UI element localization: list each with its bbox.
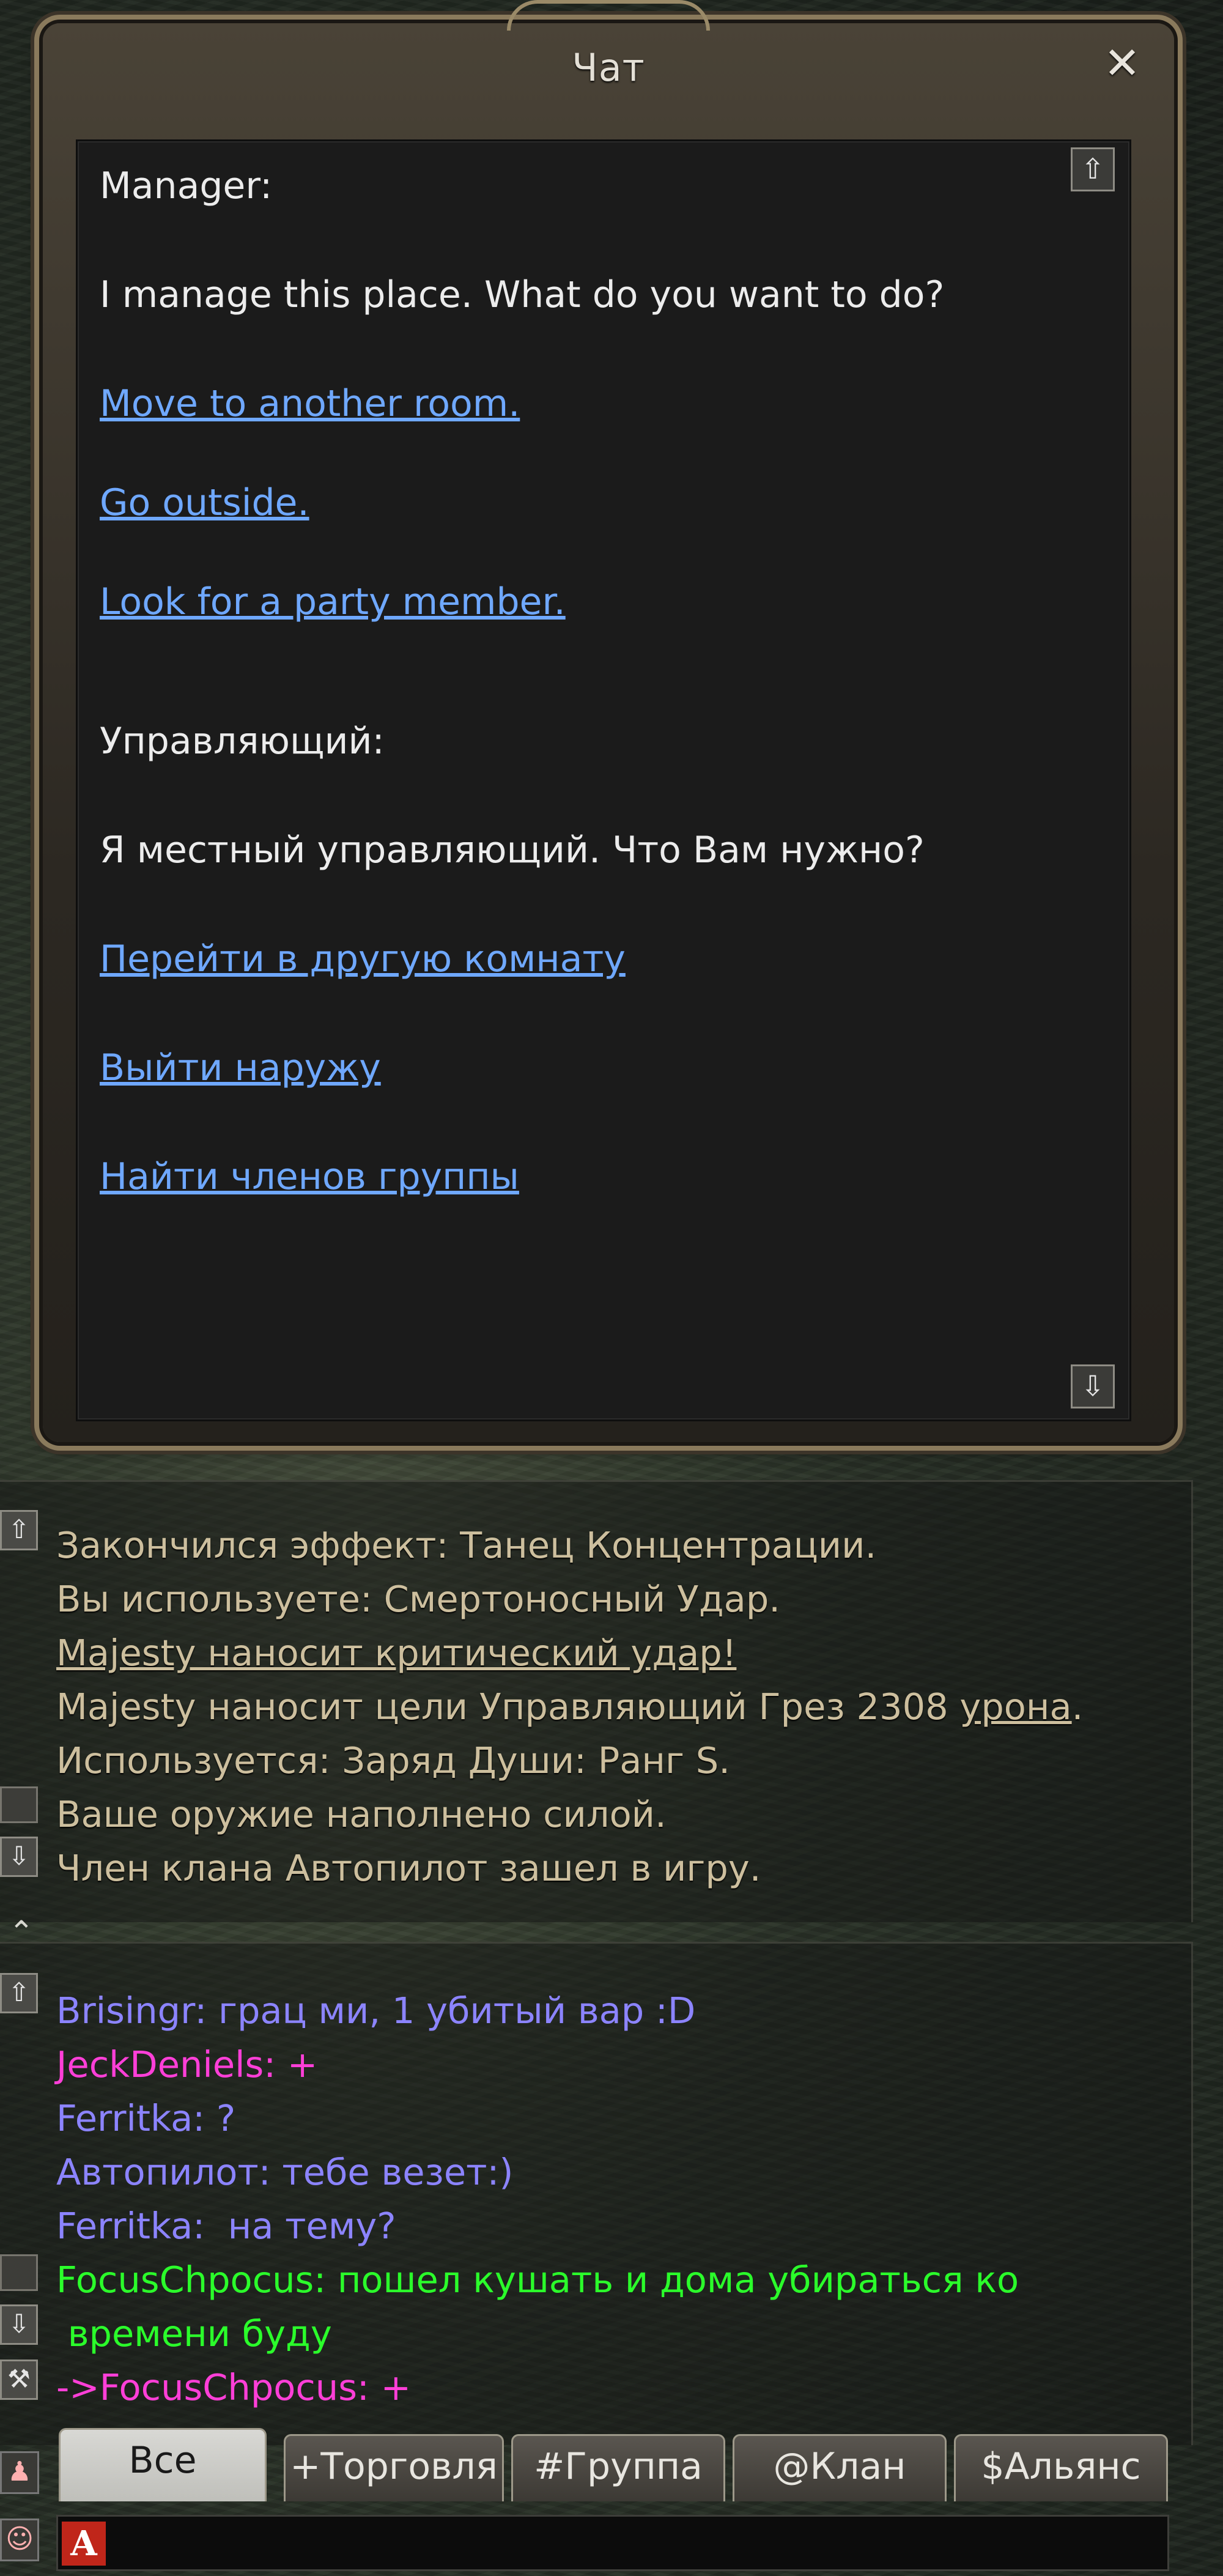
character-icon[interactable]: ♟ xyxy=(0,2451,39,2494)
chat-line: FocusChpocus: пошел кушать и дома убират… xyxy=(56,2259,1019,2301)
chat-input-bar: A xyxy=(56,2515,1169,2571)
system-line: Ваше оружие наполнено силой. xyxy=(56,1793,667,1835)
damage-link[interactable]: урона xyxy=(959,1686,1071,1728)
dialog-body: Manager: I manage this place. What do yo… xyxy=(76,139,1131,1421)
link-move-room[interactable]: Move to another room. xyxy=(100,382,520,425)
system-scroll-thumb[interactable] xyxy=(0,1786,38,1823)
dialog-title: Чат xyxy=(572,45,645,90)
damage-text: Majesty наносит цели Управляющий Грез 23… xyxy=(56,1686,960,1728)
link-najti-gruppy[interactable]: Найти членов группы xyxy=(100,1155,519,1198)
npc-chat-dialog: Чат ✕ Manager: I manage this place. What… xyxy=(43,0,1174,1442)
dialog-scroll-up-button[interactable]: ⇧ xyxy=(1071,147,1115,191)
chat-line: JeckDeniels: + xyxy=(56,2043,318,2086)
chat-line: Автопилот: тебе везет:) xyxy=(56,2151,514,2193)
system-scroll-up-button[interactable]: ⇧ xyxy=(0,1510,38,1550)
damage-period: . xyxy=(1071,1686,1084,1728)
close-icon[interactable]: ✕ xyxy=(1101,41,1144,85)
link-vyjti-naruzhu[interactable]: Выйти наружу xyxy=(100,1046,381,1089)
npc-speaker-en: Manager: xyxy=(100,165,273,207)
system-scroll-down-button[interactable]: ⇩ xyxy=(0,1837,38,1877)
chat-scroll-thumb[interactable] xyxy=(0,2254,38,2291)
tab-clan[interactable]: @Клан xyxy=(733,2434,947,2501)
chat-tabs: Все +Торговля #Группа @Клан $Альянс xyxy=(59,2428,1190,2503)
npc-speaker-ru: Управляющий: xyxy=(100,720,385,763)
link-perejti-komnata[interactable]: Перейти в другую комнату xyxy=(100,938,626,980)
tab-party[interactable]: #Группа xyxy=(511,2434,725,2501)
chat-scroll-up-button[interactable]: ⇧ xyxy=(0,1973,38,2013)
tab-all[interactable]: Все xyxy=(59,2428,267,2501)
chat-panel: ⇧ ⇩ ⚒ Brisingr: грац ми, 1 убитый вар :D… xyxy=(0,1942,1193,2445)
system-line: Используется: Заряд Души: Ранг S. xyxy=(56,1739,730,1782)
dialog-ornament xyxy=(507,0,710,31)
system-line: Член клана Автопилот зашел в игру. xyxy=(56,1847,761,1889)
chat-scroll-down-button[interactable]: ⇩ xyxy=(0,2304,38,2345)
system-line: Вы используете: Смертоносный Удар. xyxy=(56,1578,781,1620)
link-party-member[interactable]: Look for a party member. xyxy=(100,580,566,623)
dialog-scroll-down-button[interactable]: ⇩ xyxy=(1071,1364,1115,1408)
system-line-critical[interactable]: Majesty наносит критический удар! xyxy=(56,1626,736,1680)
chat-line: Ferritka: ? xyxy=(56,2097,236,2139)
system-line-damage: Majesty наносит цели Управляющий Грез 23… xyxy=(56,1680,1083,1734)
chat-line: Brisingr: грац ми, 1 убитый вар :D xyxy=(56,1989,696,2032)
npc-text-ru: Я местный управляющий. Что Вам нужно? xyxy=(100,829,925,872)
npc-text-en: I manage this place. What do you want to… xyxy=(100,273,945,316)
system-message-panel: ⇧ ⇩ Закончился эффект: Танец Концентраци… xyxy=(0,1480,1193,1922)
input-language-badge[interactable]: A xyxy=(62,2522,106,2566)
tab-trade[interactable]: +Торговля xyxy=(284,2434,504,2501)
chat-options-icon[interactable]: ⚒ xyxy=(0,2359,38,2400)
friends-icon[interactable]: ☺ xyxy=(0,2519,39,2561)
chat-line: Ferritka: на тему? xyxy=(56,2205,396,2247)
chat-input[interactable] xyxy=(113,2520,1161,2568)
system-line: Закончился эффект: Танец Концентрации. xyxy=(56,1524,877,1566)
link-go-outside[interactable]: Go outside. xyxy=(100,481,309,524)
tab-alliance[interactable]: $Альянс xyxy=(954,2434,1168,2501)
chat-line: ->FocusChpocus: + xyxy=(56,2366,412,2408)
chat-line-continued: времени буду xyxy=(56,2312,332,2355)
